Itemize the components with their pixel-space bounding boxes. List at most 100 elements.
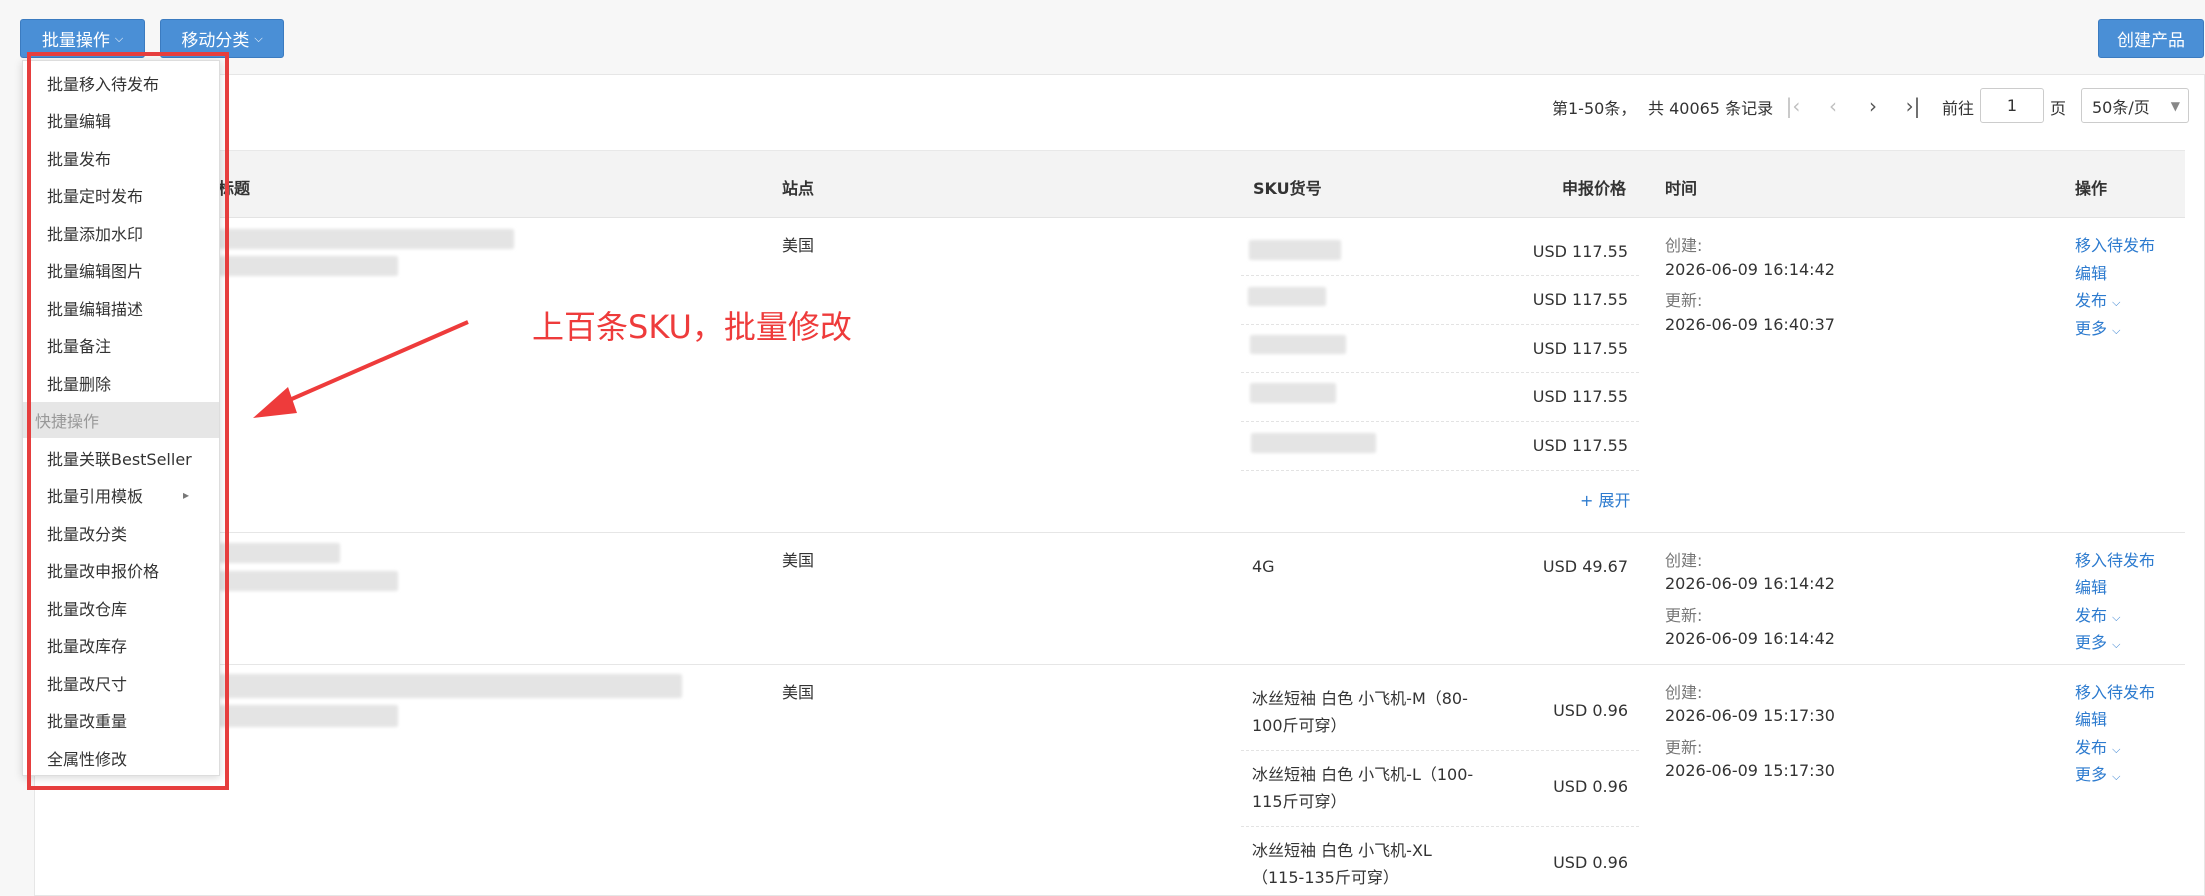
created-time: 2026-06-09 15:17:30 (1665, 706, 1835, 725)
table-header: 标题 站点 SKU货号 申报价格 时间 操作 (36, 150, 2185, 218)
chevron-right-icon: ▸ (182, 488, 189, 502)
batch-operations-button[interactable]: 批量操作 ⌵ (20, 19, 145, 58)
batch-operations-label: 批量操作 (41, 31, 110, 51)
updated-time: 2026-06-09 15:17:30 (1665, 761, 1835, 780)
sku-code-blurred (1251, 433, 1376, 453)
menu-item-change-stock[interactable]: 批量改库存 (23, 627, 219, 663)
annotation-text: 上百条SKU，批量修改 (532, 308, 852, 346)
edit-link[interactable]: 编辑 (2075, 260, 2107, 284)
more-label: 更多 (2075, 633, 2108, 652)
more-label: 更多 (2075, 319, 2108, 338)
sku-price: USD 117.55 (1532, 436, 1628, 455)
menu-item-batch-publish[interactable]: 批量发布 (23, 140, 219, 176)
sku-divider (1241, 275, 1639, 276)
sku-code-blurred (1250, 383, 1336, 403)
created-time: 2026-06-09 16:14:42 (1665, 574, 1835, 593)
prev-page-icon[interactable]: ‹ (1822, 94, 1844, 118)
product-subtitle-blurred (218, 571, 398, 591)
more-dropdown[interactable]: 更多 ⌵ (2075, 761, 2120, 785)
sku-divider (1241, 470, 1639, 471)
last-page-icon[interactable]: ›| (1902, 94, 1924, 118)
header-sku: SKU货号 (1253, 179, 1322, 198)
expand-skus-link[interactable]: + 展开 (1580, 487, 1631, 511)
sku-divider (1241, 421, 1639, 422)
product-subtitle-blurred (218, 705, 398, 727)
edit-link[interactable]: 编辑 (2075, 706, 2107, 730)
sku-price: USD 117.55 (1532, 290, 1628, 309)
pagination-total: 共 40065 条记录 (1648, 99, 1774, 118)
move-to-pending-link[interactable]: 移入待发布 (2075, 232, 2155, 256)
menu-item-batch-note[interactable]: 批量备注 (23, 327, 219, 363)
menu-item-batch-scheduled-publish[interactable]: 批量定时发布 (23, 177, 219, 213)
chevron-down-icon: ⌵ (2112, 324, 2121, 337)
chevron-down-icon: ⌵ (2112, 638, 2121, 651)
page-number-input[interactable] (1980, 88, 2044, 123)
publish-label: 发布 (2075, 291, 2108, 310)
menu-item-batch-move-pending[interactable]: 批量移入待发布 (23, 65, 219, 101)
move-category-button[interactable]: 移动分类 ⌵ (160, 19, 284, 58)
sku-divider (1241, 826, 1639, 827)
move-category-label: 移动分类 (181, 31, 250, 51)
sku-price: USD 117.55 (1532, 387, 1628, 406)
create-product-label: 创建产品 (2117, 31, 2185, 51)
product-title-blurred (218, 543, 340, 563)
header-time: 时间 (1665, 179, 1698, 198)
sku-price: USD 0.96 (1553, 701, 1628, 720)
menu-item-batch-add-watermark[interactable]: 批量添加水印 (23, 215, 219, 251)
row-divider (36, 532, 2185, 533)
goto-label: 前往 (1942, 99, 1975, 118)
menu-item-batch-edit[interactable]: 批量编辑 (23, 102, 219, 138)
page-unit-label: 页 (2050, 99, 2067, 118)
publish-dropdown[interactable]: 发布 ⌵ (2075, 287, 2120, 311)
menu-item-change-category[interactable]: 批量改分类 (23, 515, 219, 551)
created-time: 2026-06-09 16:14:42 (1665, 260, 1835, 279)
header-title: 标题 (218, 179, 251, 198)
publish-dropdown[interactable]: 发布 ⌵ (2075, 602, 2120, 626)
move-to-pending-link[interactable]: 移入待发布 (2075, 547, 2155, 571)
sku-code-blurred (1250, 335, 1346, 354)
menu-item-link-bestseller[interactable]: 批量关联BestSeller (23, 440, 219, 476)
caret-down-icon: ▼ (2170, 99, 2180, 113)
header-actions: 操作 (2075, 179, 2108, 198)
updated-label: 更新: (1665, 738, 1703, 757)
more-label: 更多 (2075, 765, 2108, 784)
first-page-icon[interactable]: |‹ (1782, 94, 1804, 118)
next-page-icon[interactable]: › (1862, 94, 1884, 118)
menu-item-batch-edit-description[interactable]: 批量编辑描述 (23, 290, 219, 326)
updated-time: 2026-06-09 16:14:42 (1665, 629, 1835, 648)
move-to-pending-link[interactable]: 移入待发布 (2075, 679, 2155, 703)
sku-code: 4G (1252, 557, 1275, 576)
menu-item-full-attribute-edit[interactable]: 全属性修改 (23, 740, 219, 776)
updated-label: 更新: (1665, 606, 1703, 625)
chevron-down-icon: ⌵ (2112, 770, 2121, 783)
publish-label: 发布 (2075, 606, 2108, 625)
more-dropdown[interactable]: 更多 ⌵ (2075, 315, 2120, 339)
page-size-value: 50条/页 (2092, 97, 2150, 117)
publish-label: 发布 (2075, 738, 2108, 757)
menu-item-change-size[interactable]: 批量改尺寸 (23, 665, 219, 701)
menu-item-change-weight[interactable]: 批量改重量 (23, 702, 219, 738)
product-subtitle-blurred (218, 256, 398, 276)
created-label: 创建: (1665, 236, 1703, 255)
batch-operations-menu: 批量移入待发布 批量编辑 批量发布 批量定时发布 批量添加水印 批量编辑图片 批… (22, 60, 220, 776)
more-dropdown[interactable]: 更多 ⌵ (2075, 629, 2120, 653)
sku-divider (1241, 750, 1639, 751)
page-size-select[interactable]: 50条/页 ▼ (2081, 88, 2189, 123)
created-label: 创建: (1665, 683, 1703, 702)
menu-item-change-warehouse[interactable]: 批量改仓库 (23, 590, 219, 626)
row-divider (36, 664, 2185, 665)
header-site: 站点 (782, 179, 815, 198)
row-site: 美国 (782, 236, 815, 255)
menu-item-apply-template[interactable]: 批量引用模板 ▸ (23, 477, 219, 513)
menu-item-change-declared-price[interactable]: 批量改申报价格 (23, 552, 219, 588)
sku-code-blurred (1248, 287, 1326, 306)
edit-link[interactable]: 编辑 (2075, 574, 2107, 598)
sku-price: USD 49.67 (1542, 557, 1628, 576)
publish-dropdown[interactable]: 发布 ⌵ (2075, 734, 2120, 758)
pagination-range: 第1-50条， (1552, 99, 1637, 118)
create-product-button[interactable]: 创建产品 (2098, 19, 2204, 58)
row-site: 美国 (782, 683, 815, 702)
menu-item-batch-delete[interactable]: 批量删除 (23, 365, 219, 401)
chevron-down-icon: ⌵ (114, 32, 124, 45)
menu-item-batch-edit-images[interactable]: 批量编辑图片 (23, 252, 219, 288)
